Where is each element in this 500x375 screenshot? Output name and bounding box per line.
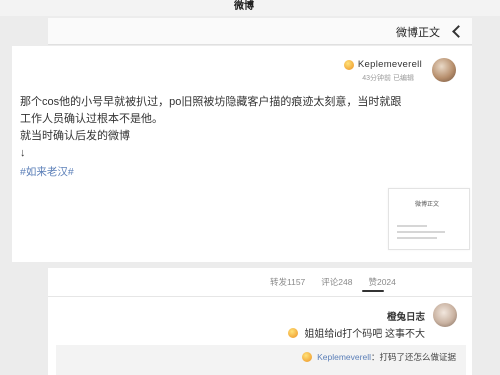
attached-image-line [397, 237, 437, 239]
reply-row: Keplemeverell：打码了还怎么做证据 [302, 351, 456, 363]
comment-list: 橙兔日志 姐姐给id打个码吧 这事不大 Keplemeverell：打码了还怎么… [48, 297, 472, 375]
laughing-emoji-icon [302, 352, 313, 362]
post-meta: 43分钟前 已编辑 [362, 75, 414, 82]
tab-comments[interactable]: 评论248 [321, 276, 352, 288]
active-tab-indicator [362, 290, 384, 292]
commenter-avatar[interactable] [433, 303, 457, 327]
attached-image[interactable]: 微博正文 [388, 188, 470, 250]
attached-image-line [397, 231, 445, 233]
post-body-line: ↓ [20, 147, 26, 159]
comment-body: 姐姐给id打个码吧 这事不大 [288, 325, 425, 340]
tab-list: 转发1157 评论248 赞2024 [270, 276, 396, 288]
emoji-icon [288, 327, 299, 338]
interaction-tabs: 转发1157 评论248 赞2024 [48, 268, 472, 297]
post-body-line: 那个cos他的小号早就被扒过，po旧照被坊隐藏客户描的痕迹太刻意，当时就跟 [20, 96, 402, 108]
status-bar: 微博 [0, 0, 500, 16]
reply-content: Keplemeverell：打码了还怎么做证据 [317, 351, 456, 363]
post-body: 那个cos他的小号早就被扒过，po旧照被坊隐藏客户描的痕迹太刻意，当时就跟 工作… [20, 94, 468, 162]
status-bar-title: 微博 [234, 1, 254, 12]
hashtag-link[interactable]: #如来老汉# [20, 164, 74, 179]
emoji-badge-icon [343, 59, 354, 70]
comment-author[interactable]: 橙兔日志 [387, 309, 425, 323]
reply-box[interactable]: Keplemeverell：打码了还怎么做证据 [56, 345, 466, 375]
post-body-line: 工作人员确认过根本不是他。 [20, 113, 163, 125]
author-name[interactable]: Keplemeverell [358, 59, 422, 70]
reply-text: ：打码了还怎么做证据 [370, 352, 456, 362]
tab-reposts[interactable]: 转发1157 [270, 276, 305, 288]
author-row: Keplemeverell [343, 59, 422, 70]
author-avatar[interactable] [432, 58, 456, 82]
page-header: 微博正文 [48, 18, 472, 45]
attached-image-line [397, 225, 427, 227]
page-title: 微博正文 [396, 27, 440, 39]
back-chevron-icon[interactable] [450, 25, 462, 37]
tab-likes[interactable]: 赞2024 [368, 276, 395, 288]
comment-text: 姐姐给id打个码吧 这事不大 [304, 329, 425, 340]
post-body-line: 就当时确认后发的微博 [20, 130, 130, 142]
reply-author[interactable]: Keplemeverell [317, 352, 371, 362]
post-card: Keplemeverell 43分钟前 已编辑 那个cos他的小号早就被扒过，p… [12, 46, 472, 262]
attached-image-title: 微博正文 [415, 202, 440, 208]
